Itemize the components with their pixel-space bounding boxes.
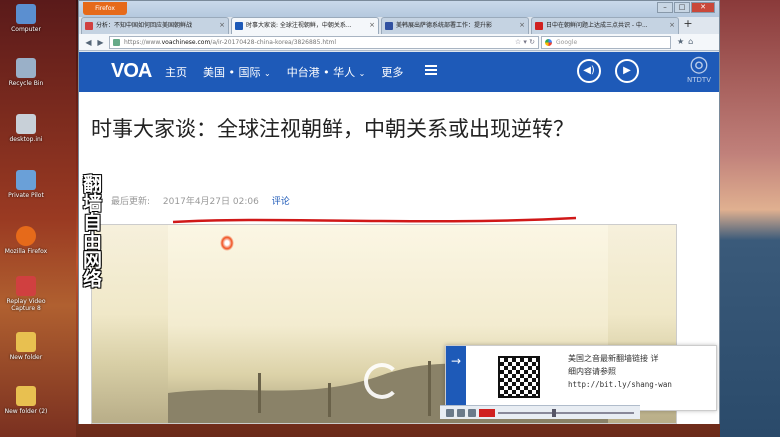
- desktop-icon-computer[interactable]: Computer: [4, 4, 48, 33]
- arrow-right-icon[interactable]: →: [446, 346, 466, 412]
- desktop-icon-new-folder[interactable]: New folder: [4, 332, 48, 361]
- desktop-icon-firefox[interactable]: Mozilla Firefox: [4, 226, 48, 255]
- nav-china[interactable]: 中台港 • 华人 ⌄: [287, 64, 366, 80]
- replay-video-icon: [16, 276, 36, 296]
- menu-icon[interactable]: [425, 65, 437, 75]
- title-bar: Firefox – □ ✕: [79, 1, 719, 17]
- google-icon: [545, 39, 552, 46]
- app-icon: [16, 170, 36, 190]
- tab-close-icon[interactable]: ×: [669, 18, 675, 33]
- navigation-bar: ◀ ▶ https://www.voachinese.com/a/ir-2017…: [79, 34, 719, 51]
- url-bar[interactable]: https://www.voachinese.com/a/ir-20170428…: [109, 36, 539, 49]
- popup-line-1: 美国之音最新翻墙链接 详: [568, 354, 659, 363]
- voa-header: VOA 主页 美国 • 国际 ⌄ 中台港 • 华人 ⌄ 更多 ◀) ▶ ◎ NT…: [79, 52, 719, 92]
- tab-favicon-icon: [535, 22, 543, 30]
- chevron-down-icon: ⌄: [358, 69, 366, 78]
- firefox-menu-button[interactable]: Firefox: [83, 2, 127, 15]
- site-identity-icon: [113, 39, 120, 46]
- popup-url[interactable]: http://bit.ly/shang-wan: [568, 378, 718, 391]
- tab-japan-china[interactable]: 日中在朝鲜问题上达成三点共识 - 中... ×: [531, 17, 679, 34]
- folder-icon: [16, 386, 36, 406]
- toolbar-icons: ★ ⌂: [677, 37, 693, 46]
- computer-icon: [16, 4, 36, 24]
- tab-favicon-icon: [385, 22, 393, 30]
- voa-logo[interactable]: VOA: [111, 60, 152, 83]
- edit-icon[interactable]: [468, 408, 476, 417]
- reload-icon[interactable]: ☆ ▾ ↻: [515, 37, 535, 48]
- nav-home[interactable]: 主页: [165, 64, 187, 80]
- desktop-icon-replay-video[interactable]: Replay Video Capture 8: [4, 276, 48, 312]
- bookmark-icon[interactable]: ★: [677, 37, 684, 46]
- nav-us-international[interactable]: 美国 • 国际 ⌄: [203, 64, 271, 80]
- nav-more[interactable]: 更多: [381, 64, 403, 80]
- back-icon[interactable]: ◀: [83, 37, 94, 48]
- tab-close-icon[interactable]: ×: [369, 18, 375, 33]
- comments-link[interactable]: 评论: [272, 197, 290, 207]
- minimize-button[interactable]: –: [657, 2, 673, 13]
- tab-thaad[interactable]: 美韩展出萨德系统部署工作：提升影 ×: [381, 17, 529, 34]
- audio-icon[interactable]: ◀): [577, 59, 601, 83]
- search-bar[interactable]: Google: [541, 36, 671, 49]
- browser-window: Firefox – □ ✕ 分析：不知中国如何回应美国朝鲜战 × 时事大家谈: …: [78, 0, 720, 424]
- play-icon[interactable]: ▶: [615, 59, 639, 83]
- loading-spinner-icon: [364, 363, 400, 399]
- desktop-icon-private-pilot[interactable]: Private Pilot: [4, 170, 48, 199]
- web-page: VOA 主页 美国 • 国际 ⌄ 中台港 • 华人 ⌄ 更多 ◀) ▶ ◎ NT…: [79, 52, 719, 424]
- desktop-right-wallpaper: [720, 0, 780, 437]
- article-meta: 最后更新: 2017年4月27日 02:06 评论: [111, 194, 300, 207]
- vpn-link-popup: → 美国之音最新翻墙链接 详 细内容请参照 http://bit.ly/shan…: [445, 345, 718, 412]
- popup-line-2: 细内容请参照: [568, 367, 616, 376]
- home-icon[interactable]: ⌂: [688, 37, 693, 46]
- forward-icon[interactable]: ▶: [95, 37, 106, 48]
- desktop-icon-new-folder-2[interactable]: New folder (2): [4, 386, 48, 415]
- meta-label: 最后更新:: [111, 197, 151, 207]
- recycle-bin-icon: [16, 58, 36, 78]
- qr-code-icon: [498, 356, 540, 398]
- close-button[interactable]: ✕: [691, 2, 715, 13]
- firefox-icon: [16, 226, 36, 246]
- tab-voa-current[interactable]: 时事大家谈: 全球注视朝鲜，中朝关系... ×: [231, 17, 379, 34]
- tab-close-icon[interactable]: ×: [219, 18, 225, 33]
- article-headline: 时事大家谈：全球注视朝鲜，中朝关系或出现逆转？: [91, 117, 574, 141]
- tab-close-icon[interactable]: ×: [519, 18, 525, 33]
- folder-icon: [16, 332, 36, 352]
- ntdtv-logo-icon: ◎: [689, 52, 709, 77]
- camera-icon[interactable]: [446, 408, 454, 417]
- tab-favicon-icon: [235, 22, 243, 30]
- slider-knob[interactable]: [552, 408, 557, 417]
- tab-strip: 分析：不知中国如何回应美国朝鲜战 × 时事大家谈: 全球注视朝鲜，中朝关系...…: [81, 17, 719, 34]
- rocket-flare: [220, 235, 234, 251]
- capture-toolbar: [440, 405, 640, 419]
- overlay-vertical-text: 翻墙自由网络: [80, 174, 102, 288]
- window-controls: – □ ✕: [657, 2, 715, 13]
- volume-slider[interactable]: [498, 408, 634, 417]
- desktop-icon-recycle-bin[interactable]: Recycle Bin: [4, 58, 48, 87]
- new-tab-button[interactable]: +: [681, 17, 695, 31]
- voa-nav: 主页 美国 • 国际 ⌄ 中台港 • 华人 ⌄ 更多: [165, 64, 403, 80]
- ntdtv-watermark: ◎ NTDTV: [687, 52, 711, 85]
- record-indicator[interactable]: [479, 408, 495, 417]
- tab-analysis[interactable]: 分析：不知中国如何回应美国朝鲜战 ×: [81, 17, 229, 34]
- maximize-button[interactable]: □: [674, 2, 690, 13]
- file-icon: [16, 114, 36, 134]
- meta-date: 2017年4月27日 02:06: [162, 197, 259, 207]
- save-icon[interactable]: [457, 408, 465, 417]
- chevron-down-icon: ⌄: [263, 69, 271, 78]
- desktop-icon-desktop-ini[interactable]: desktop.ini: [4, 114, 48, 143]
- tab-favicon-icon: [85, 22, 93, 30]
